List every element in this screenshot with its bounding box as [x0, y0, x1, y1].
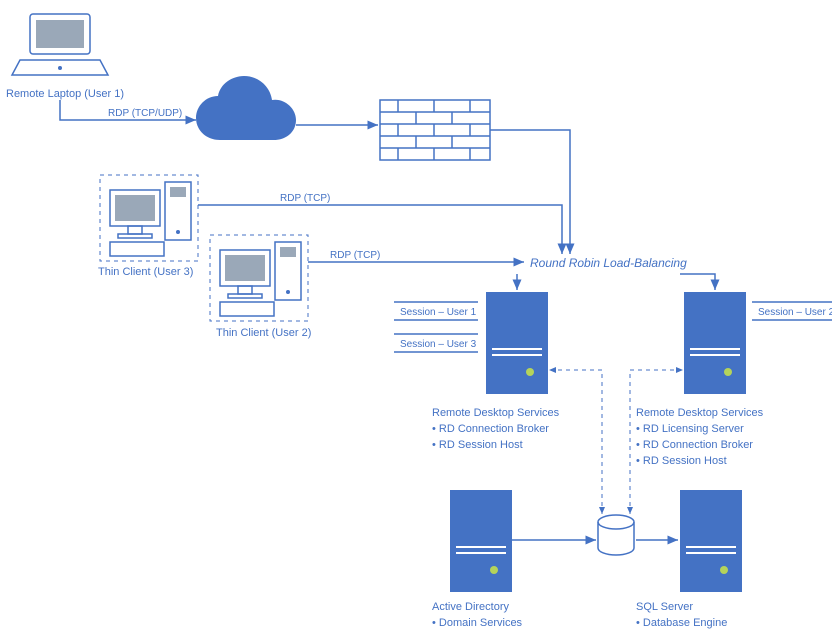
edge-thin3-lb — [198, 205, 562, 254]
rds1-title: Remote Desktop Services — [432, 407, 560, 419]
firewall-icon — [380, 100, 490, 160]
ad-bullet-0: • Domain Services — [432, 617, 523, 629]
edge-fw-lb — [490, 130, 570, 254]
database-icon — [598, 515, 634, 555]
laptop-label: Remote Laptop (User 1) — [6, 88, 124, 100]
thin-client-3-label: Thin Client (User 3) — [98, 266, 193, 278]
ad-title: Active Directory — [432, 601, 510, 613]
sql-title: SQL Server — [636, 601, 693, 613]
rds2-bullet-0: • RD Licensing Server — [636, 423, 744, 435]
edge-thin2-label: RDP (TCP) — [330, 250, 380, 261]
sql-server-icon — [680, 490, 742, 592]
laptop-icon — [12, 14, 108, 75]
sql-bullet-0: • Database Engine — [636, 617, 727, 629]
thin-client-2-label: Thin Client (User 2) — [216, 327, 311, 339]
rds1-bullet-1: • RD Session Host — [432, 439, 523, 451]
rds2-session-0: Session – User 2 — [752, 302, 832, 320]
rds1-session-1: Session – User 3 — [394, 334, 478, 352]
rds1-session-0: Session – User 1 — [394, 302, 478, 320]
rds2-bullet-1: • RD Connection Broker — [636, 439, 753, 451]
rds-server-2-icon — [684, 292, 746, 394]
rds2-title: Remote Desktop Services — [636, 407, 764, 419]
edge-rds1-db — [550, 370, 602, 514]
rds2-bullet-2: • RD Session Host — [636, 455, 727, 467]
edge-lb-rds2 — [680, 274, 715, 290]
edge-thin3-label: RDP (TCP) — [280, 193, 330, 204]
svg-text:Session – User 1: Session – User 1 — [400, 307, 477, 318]
thin-client-3-icon — [100, 175, 198, 261]
rds-server-1-icon — [486, 292, 548, 394]
thin-client-2-icon — [210, 235, 308, 321]
svg-text:Session – User 2: Session – User 2 — [758, 307, 832, 318]
cloud-icon — [196, 76, 296, 140]
svg-text:Session – User 3: Session – User 3 — [400, 339, 477, 350]
ad-server-icon — [450, 490, 512, 592]
edge-laptop-cloud-label: RDP (TCP/UDP) — [108, 108, 182, 119]
architecture-diagram: Remote Laptop (User 1) Thin Client (User… — [0, 0, 832, 633]
rds1-bullet-0: • RD Connection Broker — [432, 423, 549, 435]
load-balancer-label: Round Robin Load-Balancing — [530, 256, 687, 270]
